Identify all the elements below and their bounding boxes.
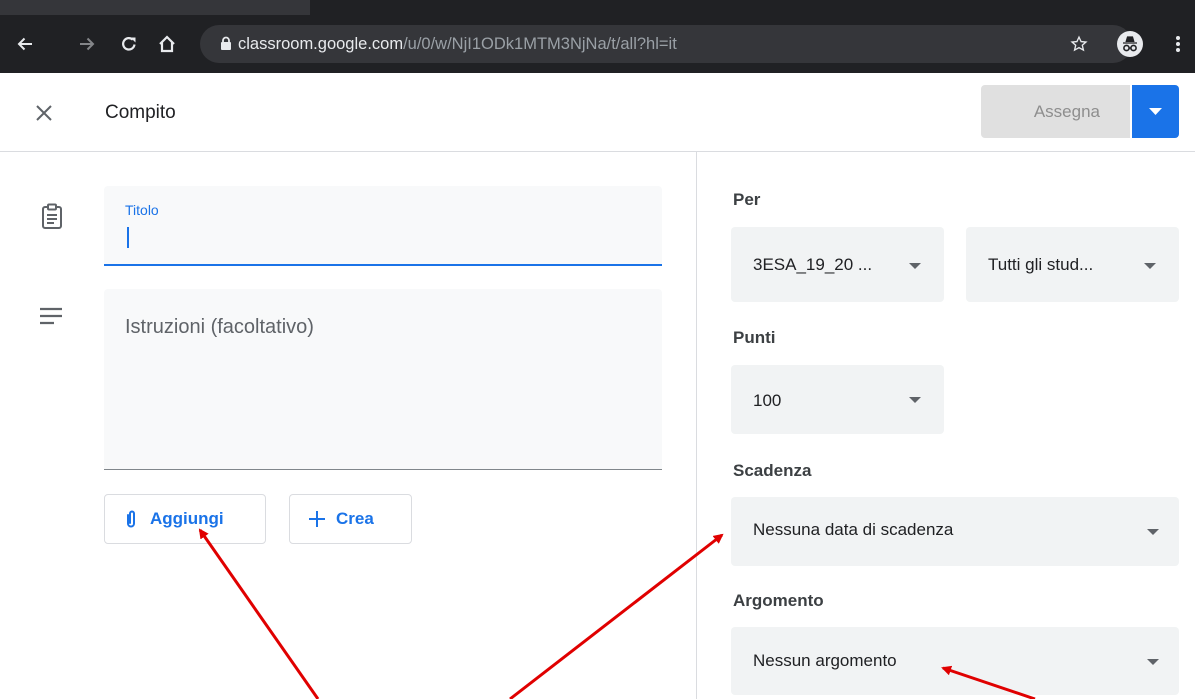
annotation-arrow-add (198, 528, 320, 699)
paperclip-icon (127, 510, 135, 528)
topic-value: Nessun argomento (753, 651, 897, 670)
title-field[interactable]: Titolo (104, 186, 662, 266)
close-icon[interactable] (32, 101, 56, 125)
assignment-clipboard-icon (42, 203, 62, 229)
incognito-icon[interactable] (1117, 31, 1143, 57)
points-select-value: 100 (753, 391, 782, 410)
back-icon[interactable] (8, 15, 42, 73)
class-dropdown-arrow-icon (909, 263, 921, 269)
title-label: Titolo (125, 202, 159, 218)
url-text: classroom.google.com/u/0/w/NjI1ODk1MTM3N… (238, 25, 677, 63)
topic-select[interactable]: Nessun argomento (731, 627, 1179, 695)
text-cursor (127, 227, 129, 248)
students-select[interactable]: Tutti gli stud... (966, 227, 1179, 302)
home-icon[interactable] (150, 15, 184, 73)
chevron-down-icon (1149, 108, 1162, 115)
instructions-placeholder: Istruzioni (facoltativo) (125, 316, 314, 338)
create-label: Crea (336, 509, 374, 528)
page-title: Compito (105, 102, 176, 123)
students-dropdown-arrow-icon (1144, 263, 1156, 269)
bookmark-star-icon[interactable] (1070, 35, 1088, 53)
description-lines-icon (40, 307, 62, 325)
browser-menu-icon[interactable] (1175, 35, 1181, 53)
due-date-value: Nessuna data di scadenza (753, 520, 954, 539)
plus-icon (309, 511, 325, 527)
annotation-arrow-due-date (509, 533, 724, 699)
students-select-value: Tutti gli stud... (988, 255, 1094, 274)
browser-toolbar: classroom.google.com/u/0/w/NjI1ODk1MTM3N… (0, 15, 1195, 73)
panel-divider (696, 152, 697, 699)
due-label: Scadenza (733, 461, 812, 480)
due-date-dropdown-arrow-icon (1147, 529, 1159, 535)
browser-tab[interactable] (310, 0, 1195, 15)
assign-button[interactable]: Assegna (981, 85, 1130, 138)
forward-icon[interactable] (70, 15, 104, 73)
assign-options-button[interactable] (1132, 85, 1179, 138)
browser-tab-strip (0, 0, 1195, 15)
lock-icon (221, 36, 231, 50)
add-attachment-button[interactable]: Aggiungi (104, 494, 266, 544)
assignment-header: Compito Assegna (0, 73, 1195, 152)
topic-dropdown-arrow-icon (1147, 659, 1159, 665)
url-host: classroom.google.com (238, 35, 404, 53)
reload-icon[interactable] (112, 15, 146, 73)
points-dropdown-arrow-icon (909, 397, 921, 403)
url-path: /u/0/w/NjI1ODk1MTM3NjNa/t/all?hl=it (403, 35, 677, 53)
create-button[interactable]: Crea (289, 494, 412, 544)
class-select[interactable]: 3ESA_19_20 ... (731, 227, 944, 302)
topic-label: Argomento (733, 591, 824, 610)
for-label: Per (733, 190, 761, 209)
due-date-select[interactable]: Nessuna data di scadenza (731, 497, 1179, 566)
points-select[interactable]: 100 (731, 365, 944, 434)
add-attachment-label: Aggiungi (150, 509, 224, 528)
points-label: Punti (733, 328, 776, 347)
class-select-value: 3ESA_19_20 ... (753, 255, 873, 274)
address-bar[interactable]: classroom.google.com/u/0/w/NjI1ODk1MTM3N… (200, 25, 1132, 63)
instructions-field[interactable]: Istruzioni (facoltativo) (104, 289, 662, 470)
